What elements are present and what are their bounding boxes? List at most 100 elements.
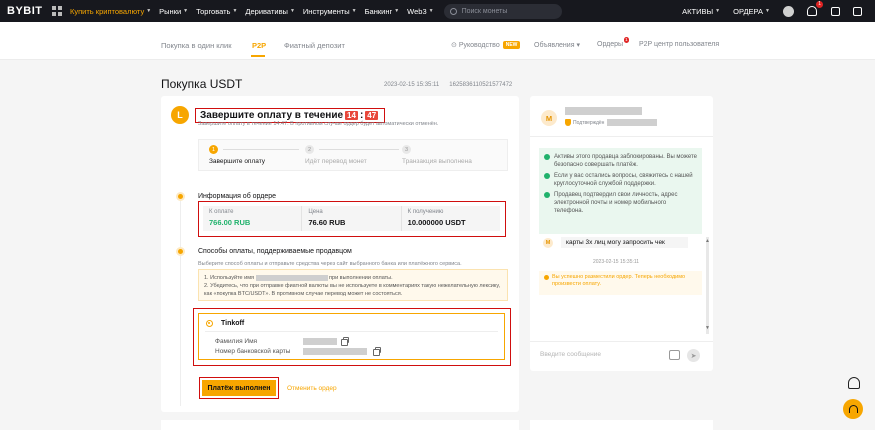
chevron-down-icon: ▼	[183, 8, 189, 14]
apps-grid-icon[interactable]	[52, 6, 62, 16]
redacted-holder-name	[303, 338, 337, 345]
tab-fiat-deposit[interactable]: Фиатный депозит	[284, 41, 345, 50]
check-icon	[544, 173, 550, 179]
info-icon	[544, 275, 549, 280]
tab-one-click[interactable]: Покупка в один клик	[161, 41, 232, 50]
order-info-panel: К оплате 766.00 RUB Цена 76.60 RUB К пол…	[203, 206, 500, 231]
step-3: 3 Транзакция выполнена	[402, 145, 472, 165]
payment-subtitle: Выберите способ оплаты и отправьте средс…	[198, 261, 462, 267]
paid-button-highlight: Платёж выполнен	[199, 377, 279, 399]
chevron-down-icon: ▼	[765, 8, 770, 14]
nav-derivatives[interactable]: Деривативы ▼	[245, 7, 294, 16]
chevron-down-icon: ▼	[289, 8, 295, 14]
bell-icon[interactable]: 1	[807, 1, 823, 16]
payment-method-name: Tinkoff	[221, 320, 245, 327]
timeline-bullet	[178, 249, 183, 254]
merchant-avatar: M	[541, 110, 557, 126]
search-icon	[449, 7, 457, 15]
chevron-down-icon: ▼	[351, 8, 357, 14]
status-avatar: L	[171, 106, 189, 124]
scroll-down-icon[interactable]: ▼	[705, 325, 710, 331]
tab-p2p[interactable]: P2P	[252, 41, 266, 50]
payment-method-radio[interactable]	[206, 320, 213, 327]
chevron-down-icon: ▼	[146, 8, 152, 14]
support-headset-icon[interactable]	[843, 399, 863, 419]
top-nav: BYBIT Купить криптовалюту ▼ Рынки ▼ Торгов…	[0, 0, 875, 22]
ads-dropdown[interactable]: Объявления ▾	[534, 41, 580, 50]
pay-amount: К оплате 766.00 RUB	[203, 206, 303, 231]
timeline-line	[180, 256, 181, 406]
p2p-center-link[interactable]: P2P центр пользователя	[639, 41, 719, 48]
step-line	[319, 149, 399, 150]
merchant-avatar: M	[543, 237, 553, 248]
timer-subtitle: Завершите оплату в течение 14:47. В прот…	[198, 121, 439, 127]
nav-web3[interactable]: Web3 ▼	[407, 7, 433, 16]
payment-method-highlight: Tinkoff Фамилия Имя Номер банковской кар…	[193, 308, 511, 366]
chevron-down-icon: ▼	[428, 8, 434, 14]
payment-methods-title: Способы оплаты, поддерживаемые продавцом	[198, 248, 352, 255]
nav-orders[interactable]: ОРДЕРА ▼	[733, 7, 770, 16]
step-2: 2 Идёт перевод монет	[305, 145, 367, 165]
payment-done-button[interactable]: Платёж выполнен	[202, 380, 276, 396]
bybit-logo[interactable]: BYBIT	[7, 5, 43, 17]
guide-icon: ⊙	[451, 42, 459, 49]
redacted-name	[255, 274, 328, 281]
notification-badge: 1	[816, 1, 823, 8]
copy-icon[interactable]	[373, 347, 381, 356]
settings-icon[interactable]	[853, 6, 862, 16]
download-icon[interactable]	[831, 6, 840, 16]
receive-amount: К получению 10.000000 USDT	[407, 209, 466, 227]
next-card	[161, 420, 519, 430]
payment-notice: 1. Используйте имя при выполнении оплаты…	[198, 269, 508, 301]
send-icon[interactable]: ➤	[687, 349, 700, 362]
nav-tools[interactable]: Инструменты ▼	[303, 7, 357, 16]
step-1: 1 Завершите оплату	[209, 145, 266, 165]
message-bubble: карты 3х лиц могу запросить чек	[561, 237, 688, 248]
order-card: L Завершите оплату в течение 14 : 47 Зав…	[161, 96, 519, 412]
check-icon	[544, 154, 550, 160]
price: Цена 76.60 RUB	[302, 206, 402, 231]
redacted-merchant-id	[607, 119, 658, 126]
chevron-down-icon: ▼	[715, 8, 721, 14]
new-badge: NEW	[502, 41, 521, 49]
next-card	[530, 420, 713, 430]
scroll-up-icon[interactable]: ▲	[705, 238, 710, 244]
orders-badge: 1	[623, 37, 630, 43]
card-label: Номер банковской карты	[215, 348, 291, 355]
progress-steps: 1 Завершите оплату 2 Идёт перевод монет …	[198, 139, 508, 171]
redacted-card-number	[303, 348, 367, 355]
safety-info: Активы этого продавца заблокированы. Вы …	[539, 148, 702, 234]
timer-seconds: 47	[365, 110, 379, 120]
order-info-title: Информация об ордере	[198, 193, 277, 200]
message-time: 2023-02-15 15:35:11	[593, 259, 640, 265]
order-info-highlight: К оплате 766.00 RUB Цена 76.60 RUB К пол…	[198, 201, 506, 237]
cancel-order-link[interactable]: Отменить ордер	[287, 385, 337, 392]
floating-bell-icon[interactable]	[848, 377, 860, 389]
system-message: Вы успешно разместили ордер. Теперь необ…	[539, 271, 702, 295]
order-meta: 2023-02-15 15:35:11 1625836110521577472	[384, 82, 512, 88]
nav-banking[interactable]: Банкинг ▼	[365, 7, 400, 16]
chat-scrollbar[interactable]	[706, 237, 709, 334]
nav-buy-crypto[interactable]: Купить криптовалюту ▼	[70, 7, 151, 16]
search-input[interactable]: Поиск монеты	[443, 3, 562, 19]
page-title: Покупка USDT	[161, 77, 243, 91]
timer-minutes: 14	[345, 110, 358, 120]
nav-markets[interactable]: Рынки ▼	[159, 7, 188, 16]
payment-method-tinkoff[interactable]: Tinkoff Фамилия Имя Номер банковской кар…	[198, 313, 505, 360]
orders-link[interactable]: Ордеры 1	[597, 37, 630, 48]
copy-icon[interactable]	[341, 337, 349, 346]
name-label: Фамилия Имя	[215, 338, 258, 345]
nav-assets[interactable]: АКТИВЫ ▼	[682, 7, 720, 16]
step-line	[223, 149, 299, 150]
message-input[interactable]: Введите сообщение	[540, 351, 601, 358]
image-upload-icon[interactable]	[669, 350, 680, 360]
nav-trade[interactable]: Торговать ▼	[196, 7, 237, 16]
order-id[interactable]: 1625836110521577472	[449, 82, 512, 88]
avatar[interactable]	[783, 5, 794, 17]
nav-right: АКТИВЫ ▼ ОРДЕРА ▼ 1	[682, 0, 875, 22]
timeline-line	[180, 198, 181, 250]
check-icon	[544, 192, 550, 198]
sub-nav: Покупка в один клик P2P Фиатный депозит …	[0, 22, 875, 60]
shield-icon	[565, 119, 571, 126]
guide-link[interactable]: ⊙ Руководство NEW	[451, 41, 521, 49]
